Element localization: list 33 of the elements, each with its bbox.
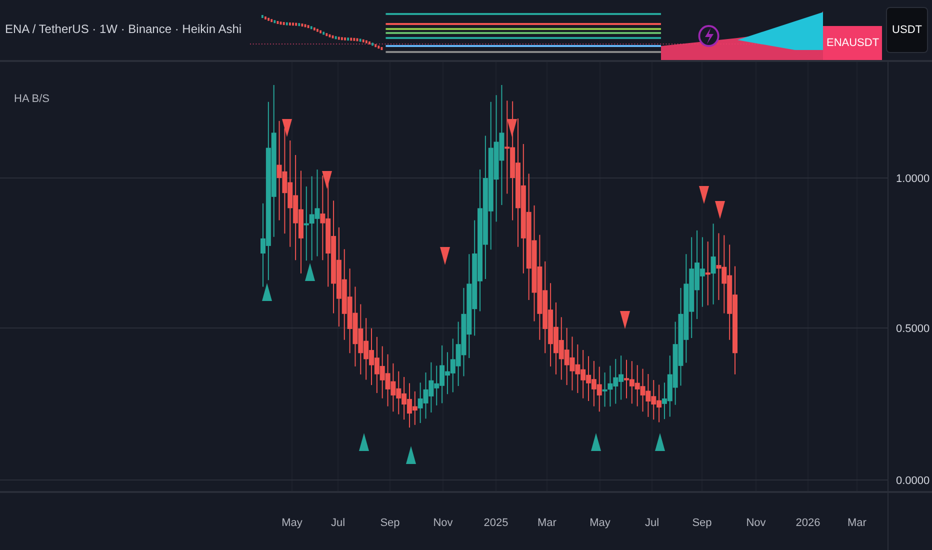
down-triangle-icon [322, 171, 332, 189]
price-axis-label: 0.5000 [896, 323, 930, 335]
lightning-icon[interactable] [698, 25, 720, 47]
up-triangle-icon [591, 433, 601, 451]
time-axis-label: Mar [848, 517, 866, 529]
down-triangle-icon [699, 186, 709, 204]
price-axis-label: 1.0000 [896, 173, 930, 185]
currency-badge[interactable]: USDT [886, 7, 928, 53]
price-axis-label: 0.0000 [896, 475, 930, 487]
up-triangle-icon [359, 433, 369, 451]
down-triangle-icon [440, 247, 450, 265]
time-axis-label: Nov [433, 517, 453, 529]
time-axis-label: Mar [538, 517, 556, 529]
down-triangle-icon [620, 311, 630, 329]
symbol-badge: ENAUSDT [823, 26, 882, 60]
time-axis-label: Jul [330, 517, 346, 529]
time-axis-label: Nov [746, 517, 766, 529]
indicator-label: HA B/S [14, 93, 50, 105]
symbol-title: ENA / TetherUS · 1W · Binance · Heikin Ashi [4, 21, 243, 38]
up-triangle-icon [406, 446, 416, 464]
time-axis-label: 2025 [484, 517, 508, 529]
up-triangle-icon [262, 283, 272, 301]
up-triangle-icon [655, 433, 665, 451]
time-axis-label: Sep [692, 517, 712, 529]
down-triangle-icon [507, 119, 517, 137]
time-axis-label: 2026 [796, 517, 820, 529]
up-triangle-icon [305, 263, 315, 281]
down-triangle-icon [282, 119, 292, 137]
time-axis-label: Jul [644, 517, 660, 529]
time-axis-label: May [282, 517, 302, 529]
down-triangle-icon [715, 201, 725, 219]
time-axis-label: May [590, 517, 610, 529]
time-axis-label: Sep [380, 517, 400, 529]
